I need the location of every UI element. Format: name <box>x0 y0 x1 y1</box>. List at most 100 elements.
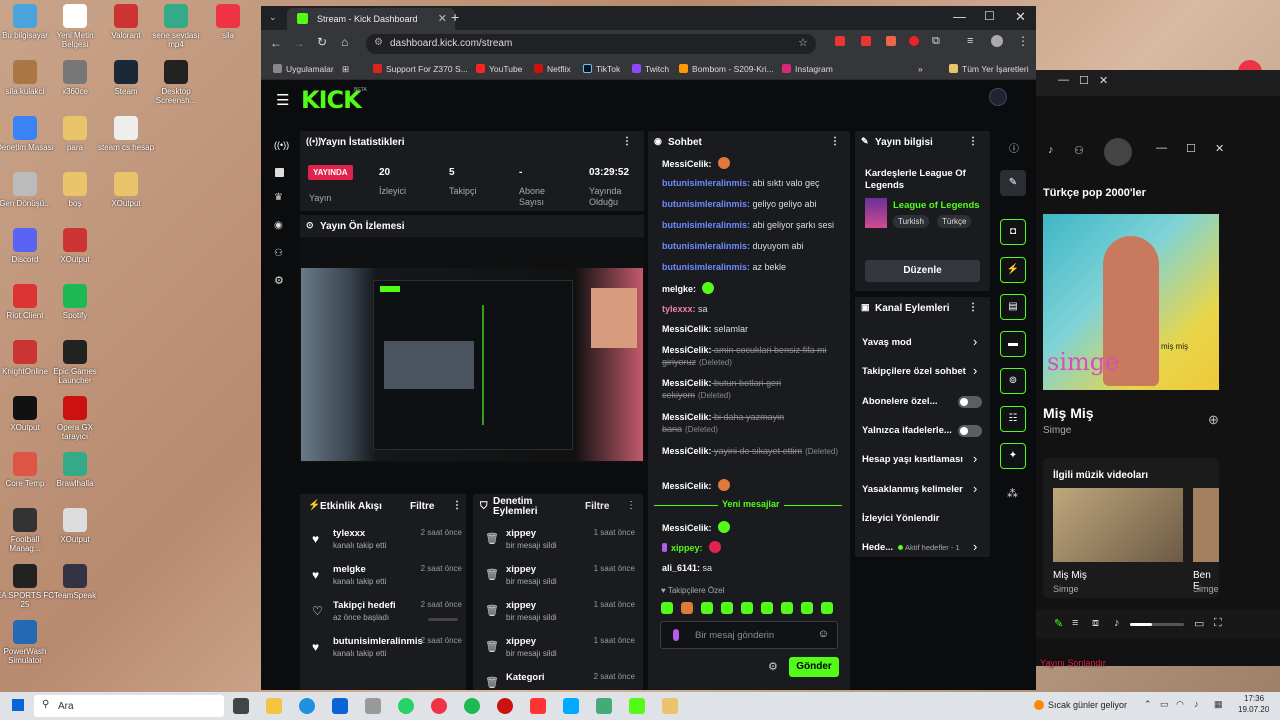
extension-pin-icon[interactable] <box>909 36 919 46</box>
monitor-app-icon[interactable] <box>596 698 612 714</box>
devices-icon[interactable]: ⧈ <box>1092 617 1099 630</box>
minimize-icon[interactable]: — <box>953 9 966 24</box>
desktop-icon[interactable]: sila <box>198 4 258 40</box>
outlook-icon[interactable] <box>332 698 348 714</box>
desktop-icon[interactable]: steam cs hesap <box>96 116 156 152</box>
app-icon[interactable] <box>365 698 381 714</box>
network-icon[interactable]: ▭ <box>1160 699 1169 710</box>
all-bookmarks[interactable]: Tüm Yer İşaretleri <box>949 64 1029 74</box>
activity-user[interactable]: butunisimleralinmis <box>333 636 423 647</box>
emote-icon[interactable] <box>681 602 693 614</box>
desktop-icon[interactable]: Opera GX tarayıcı <box>45 396 105 441</box>
chevron-right-icon[interactable]: › <box>973 363 977 378</box>
microphone-icon[interactable] <box>673 629 679 641</box>
music-icon[interactable] <box>530 698 546 714</box>
toggle-switch[interactable] <box>958 424 982 437</box>
channel-action-label[interactable]: Yavaş mod <box>862 337 912 348</box>
url-input[interactable]: ⚙ dashboard.kick.com/stream ☆ <box>366 34 816 54</box>
volume-icon[interactable]: ♪ <box>1114 617 1120 629</box>
emote-icon[interactable] <box>761 602 773 614</box>
related-video-thumb-2[interactable] <box>1193 488 1219 562</box>
chat-username[interactable]: MessiCelik: <box>662 345 712 355</box>
related-video-thumb-1[interactable] <box>1053 488 1183 562</box>
browser-menu-icon[interactable]: ⋮ <box>1017 34 1029 48</box>
playlist-title[interactable]: Türkçe pop 2000'ler <box>1043 187 1146 199</box>
desktop-icon[interactable]: XOutput <box>45 228 105 264</box>
user-avatar[interactable] <box>989 88 1007 106</box>
desktop-icon[interactable]: XOutput <box>96 172 156 208</box>
activity-user[interactable]: melgke <box>333 564 366 575</box>
chat-username[interactable]: MessiCelik: <box>662 446 712 456</box>
emote-icon[interactable] <box>741 602 753 614</box>
activity-user[interactable]: tylexxx <box>333 528 365 539</box>
opera-icon[interactable] <box>497 698 513 714</box>
channel-action-label[interactable]: Yalnızca ifadelerle... <box>862 425 952 436</box>
edge-icon[interactable] <box>299 698 315 714</box>
library-nav-icon[interactable] <box>275 168 284 177</box>
music-avatar[interactable] <box>1104 138 1132 166</box>
bookmark-star-icon[interactable]: ☆ <box>798 36 808 49</box>
moderation-user[interactable]: xippey <box>506 636 536 647</box>
activity-user[interactable]: Takipçi hedefi <box>333 600 396 611</box>
reading-list-icon[interactable]: ≡ <box>967 35 973 47</box>
moderation-nav-icon[interactable]: ◉ <box>274 220 283 231</box>
emote-icon[interactable] <box>701 602 713 614</box>
desktop-icon[interactable]: sene sevdası mp4 <box>146 4 206 49</box>
channel-action-label[interactable]: Hesap yaşı kısıtlaması <box>862 454 963 465</box>
close-window-icon[interactable]: ✕ <box>1015 9 1026 25</box>
quick-notes-icon[interactable]: ▤ <box>1000 294 1026 320</box>
related-1-artist[interactable]: Simge <box>1053 584 1079 594</box>
lyrics-icon[interactable]: ✎ <box>1054 617 1063 630</box>
chat-username[interactable]: butunisimleralinmis: <box>662 199 750 209</box>
music-minimize-icon[interactable]: — <box>1058 74 1069 86</box>
spotify-icon[interactable] <box>464 698 480 714</box>
kick-app-icon[interactable] <box>629 698 645 714</box>
quick-tools-icon[interactable]: ✦ <box>1000 443 1026 469</box>
actions-menu-icon[interactable]: ⋮ <box>968 302 978 313</box>
chevron-right-icon[interactable]: › <box>973 539 977 554</box>
stream-preview-video[interactable] <box>301 268 643 461</box>
chat-username[interactable]: melgke: <box>662 284 696 294</box>
channel-action-label[interactable]: Abonelere özel... <box>862 396 938 407</box>
emote-icon[interactable] <box>661 602 673 614</box>
emote-icon[interactable] <box>721 602 733 614</box>
emote-icon[interactable] <box>801 602 813 614</box>
music-win-close-icon[interactable]: ✕ <box>1215 142 1224 155</box>
emoji-icon[interactable]: ☺ <box>818 628 829 640</box>
desktop-icon[interactable]: TeamSpeak <box>45 564 105 600</box>
extension-orange-icon[interactable] <box>886 36 896 46</box>
stream-nav-icon[interactable]: ((•)) <box>274 140 289 150</box>
channel-action-label[interactable]: Takipçilere özel sohbet <box>862 366 966 377</box>
desktop-icon[interactable]: Brawlhalla <box>45 452 105 488</box>
chat-username[interactable]: MessiCelik: <box>662 523 712 533</box>
maximize-icon[interactable]: ☐ <box>984 9 995 23</box>
emote-bar[interactable] <box>661 601 841 615</box>
related-1-title[interactable]: Miş Miş <box>1053 570 1087 581</box>
channel-action-label[interactable]: Yasaklanmış kelimeler <box>862 484 963 495</box>
bookmark-tiktok[interactable]: TikTok <box>583 64 620 74</box>
moderation-menu-icon[interactable]: ⋮ <box>626 500 636 511</box>
chat-input[interactable]: Bir mesaj gönderin ☺ <box>660 621 838 649</box>
desktop-icon[interactable]: Epic Games Launcher <box>45 340 105 385</box>
tab-list-icon[interactable]: ⌄ <box>269 12 277 23</box>
queue-icon[interactable]: ≡ <box>1072 617 1078 629</box>
chat-username[interactable]: butunisimleralinmis: <box>662 241 750 251</box>
kick-logo[interactable]: KICK <box>301 86 362 114</box>
back-icon[interactable]: ← <box>270 36 282 50</box>
bookmark-twitch[interactable]: Twitch <box>632 64 669 74</box>
chevron-right-icon[interactable]: › <box>973 451 977 466</box>
moderation-filter-button[interactable]: Filtre <box>585 501 609 512</box>
moderation-user[interactable]: xippey <box>506 528 536 539</box>
chat-username[interactable]: xippey: <box>671 543 703 553</box>
close-tab-icon[interactable]: ✕ <box>438 12 447 25</box>
chat-username[interactable]: MessiCelik: <box>662 481 712 491</box>
chat-username[interactable]: MessiCelik: <box>662 378 712 388</box>
song-artist[interactable]: Simge <box>1043 425 1071 436</box>
file-explorer-icon[interactable] <box>266 698 282 714</box>
music-win-minimize-icon[interactable]: — <box>1156 142 1167 154</box>
stats-menu-icon[interactable]: ⋮ <box>622 136 632 147</box>
toggle-switch[interactable] <box>958 395 982 408</box>
moderation-user[interactable]: xippey <box>506 564 536 575</box>
hamburger-menu-icon[interactable]: ☰ <box>276 91 289 109</box>
chat-username[interactable]: MessiCelik: <box>662 159 712 169</box>
